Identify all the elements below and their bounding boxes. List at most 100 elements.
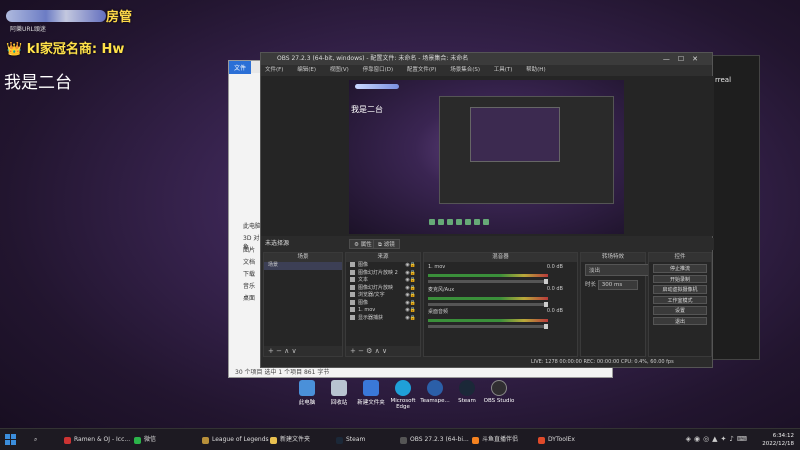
window-controls[interactable]: —☐✕ xyxy=(663,53,706,65)
taskbar-item[interactable]: Steam xyxy=(334,432,365,448)
desktop-icon-new-folder[interactable]: 新建文件夹 xyxy=(354,380,388,406)
filters-button[interactable]: ⧉ 滤镜 xyxy=(373,239,400,249)
source-item[interactable]: 图像 ◉🔒 xyxy=(346,299,420,308)
browser-icon xyxy=(350,292,355,297)
source-item[interactable]: 图像幻灯片放映 2 ◉🔒 xyxy=(346,269,420,278)
visibility-icon[interactable]: ◉🔒 xyxy=(405,300,416,308)
visibility-icon[interactable]: ◉🔒 xyxy=(405,277,416,285)
sources-dock-toolbar[interactable]: + − ⚙ ∧ ∨ xyxy=(346,346,420,356)
volume-slider[interactable] xyxy=(428,324,548,329)
obs-preview-area[interactable]: 我是二台 xyxy=(261,76,714,236)
explorer-tab-file[interactable]: 文件 xyxy=(229,61,252,74)
desktop-icon-steam[interactable]: Steam xyxy=(450,380,484,404)
source-item[interactable]: 浏览器/文字 ◉🔒 xyxy=(346,292,420,300)
icon-label: 此电脑 xyxy=(298,400,316,406)
menu-item[interactable]: 编辑(E) xyxy=(297,67,316,73)
desktop-icon-obs[interactable]: OBS Studio xyxy=(482,380,516,404)
sources-dock: 来源 图像 ◉🔒 图像幻灯片放映 2 ◉🔒 文本 ◉🔒 图像幻灯片放映 ◉🔒 浏览器/文… xyxy=(345,252,421,357)
start-recording-button[interactable]: 开始录制 xyxy=(653,274,707,283)
source-label: 图像幻灯片放映 2 xyxy=(358,269,398,276)
visibility-icon[interactable]: ◉🔒 xyxy=(405,262,416,270)
taskbar-item[interactable]: 新建文件夹 xyxy=(268,432,310,448)
obs-menubar: 文件(F) 编辑(E) 视图(V) 停靠窗口(D) 配置文件(P) 场景集合(S… xyxy=(261,65,712,76)
slideshow-icon xyxy=(350,284,355,290)
obs-status-bar: LIVE: 1278 00:00:00 REC: 00:00:00 CPU: 0… xyxy=(261,357,712,367)
visibility-icon[interactable]: ◉🔒 xyxy=(405,292,416,300)
desktop-icon-this-pc[interactable]: 此电脑 xyxy=(290,380,324,406)
menu-item[interactable]: 停靠窗口(D) xyxy=(363,67,394,73)
exit-button[interactable]: 退出 xyxy=(653,316,707,325)
system-tray[interactable]: ◈◉◎▲✦♪⌨ xyxy=(686,435,750,443)
taskbar-label: DYToolEx xyxy=(548,436,575,443)
visibility-icon[interactable]: ◉🔒 xyxy=(405,270,416,278)
slideshow-icon xyxy=(350,269,355,275)
volume-slider[interactable] xyxy=(428,279,548,284)
transitions-dock: 转场特效 淡出 时长 300 ms xyxy=(580,252,655,357)
menu-item[interactable]: 场景集合(S) xyxy=(450,67,480,73)
visibility-icon[interactable]: ◉🔒 xyxy=(405,315,416,323)
taskbar-item[interactable]: League of Legends xyxy=(200,432,269,448)
obs-title: OBS 27.2.3 (64-bit, windows) - 配置文件: 未命名… xyxy=(277,55,469,62)
overlay-crown-line: 👑 kl家冠名商: Hw xyxy=(6,42,125,57)
volume-meter xyxy=(428,297,548,300)
source-item[interactable]: 图像幻灯片放映 ◉🔒 xyxy=(346,284,420,293)
source-label: 图像幻灯片放映 xyxy=(358,284,394,291)
icon-label: 回收站 xyxy=(330,400,348,406)
virtual-camera-button[interactable]: 启动虚拟摄像机 xyxy=(653,285,707,294)
taskbar-item-active[interactable]: OBS 27.2.3 (64-bi... xyxy=(398,432,469,448)
channel-db: 0.0 dB xyxy=(546,286,563,292)
settings-button[interactable]: 设置 xyxy=(653,306,707,315)
icon-label: Teamspe... xyxy=(420,398,450,404)
menu-item[interactable]: 工具(T) xyxy=(494,67,513,73)
stop-streaming-button[interactable]: 停止推流 xyxy=(653,264,707,273)
taskbar-clock[interactable]: 6:34:12 2022/12/18 xyxy=(762,432,794,448)
taskbar-label: 微信 xyxy=(144,436,157,443)
menu-item[interactable]: 配置文件(P) xyxy=(407,67,437,73)
desktop-icon-teamspeak[interactable]: Teamspe... xyxy=(418,380,452,404)
monitor-icon xyxy=(350,314,355,320)
desktop-icon-edge[interactable]: Microsoft Edge xyxy=(386,380,420,410)
transition-select[interactable]: 淡出 xyxy=(585,264,655,276)
source-item[interactable]: 图像 ◉🔒 xyxy=(346,262,420,270)
mixer-dock-title: 混音器 xyxy=(424,253,577,262)
source-item[interactable]: 显示器捕获 ◉🔒 xyxy=(346,314,420,323)
visibility-icon[interactable]: ◉🔒 xyxy=(405,285,416,293)
source-label: 显示器捕获 xyxy=(358,314,384,321)
steam-icon xyxy=(459,380,475,396)
overlay-manager-label: 房管 xyxy=(106,10,133,25)
nested-obs-capture xyxy=(439,96,614,204)
obs-titlebar[interactable]: OBS 27.2.3 (64-bit, windows) - 配置文件: 未命名… xyxy=(261,53,712,65)
scenes-dock-toolbar[interactable]: + − ∧ ∨ xyxy=(264,346,342,356)
preview-canvas[interactable]: 我是二台 xyxy=(349,80,624,234)
menu-item[interactable]: 文件(F) xyxy=(265,67,283,73)
duration-input[interactable]: 300 ms xyxy=(597,280,638,290)
mixer-channel: 1. mov 0.0 dB xyxy=(424,262,577,284)
visibility-icon[interactable]: ◉🔒 xyxy=(405,307,416,315)
obs-window[interactable]: OBS 27.2.3 (64-bit, windows) - 配置文件: 未命名… xyxy=(260,52,714,368)
search-icon[interactable]: ⌕ xyxy=(22,432,37,448)
computer-icon xyxy=(299,380,315,396)
obs-icon xyxy=(491,380,507,396)
taskbar-item[interactable]: 斗鱼直播伴侣 xyxy=(470,432,518,448)
icon-label: 新建文件夹 xyxy=(357,400,385,406)
studio-mode-button[interactable]: 工作室模式 xyxy=(653,295,707,304)
source-item[interactable]: 文本 ◉🔒 xyxy=(346,277,420,285)
taskbar-item[interactable]: 微信 xyxy=(132,432,156,448)
start-button[interactable] xyxy=(5,434,16,445)
channel-name: 1. mov xyxy=(428,264,446,270)
scene-item[interactable]: 场景 xyxy=(264,262,342,270)
folder-icon xyxy=(270,437,277,444)
icon-label: Steam xyxy=(458,398,476,404)
menu-item[interactable]: 帮助(H) xyxy=(526,67,545,73)
source-label: 文本 xyxy=(358,277,369,283)
source-toolbar: 未选择源 ⚙ 属性 ⧉ 滤镜 xyxy=(261,238,714,250)
taskbar-item[interactable]: DYToolEx xyxy=(536,432,575,448)
taskbar-label: 斗鱼直播伴侣 xyxy=(482,436,519,443)
preview-text: 我是二台 xyxy=(351,105,383,114)
menu-item[interactable]: 视图(V) xyxy=(330,67,349,73)
channel-name: 麦克风/Aux xyxy=(428,287,455,293)
taskbar-item[interactable]: Ramen & OJ - Icc... xyxy=(62,432,130,448)
source-item[interactable]: 1. mov ◉🔒 xyxy=(346,307,420,315)
desktop-icon-recycle-bin[interactable]: 回收站 xyxy=(322,380,356,406)
source-label: 浏览器/文字 xyxy=(358,292,385,298)
